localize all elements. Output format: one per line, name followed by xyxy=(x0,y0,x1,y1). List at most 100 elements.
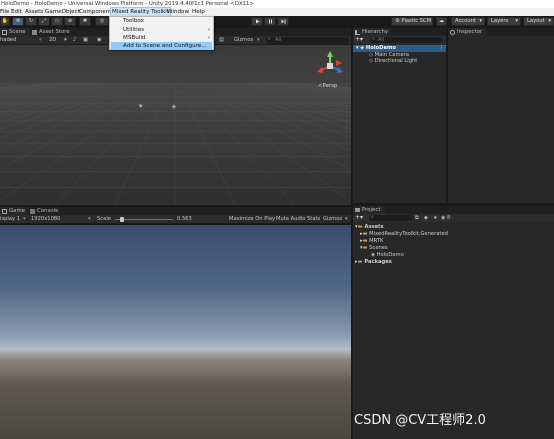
pause-button[interactable] xyxy=(264,17,276,26)
menu-item-label: Toolbox xyxy=(123,18,144,24)
move-tool-button[interactable]: ✥ xyxy=(12,17,24,26)
tab-game[interactable]: Game xyxy=(0,207,27,215)
menu-help[interactable]: Help xyxy=(192,8,205,16)
folder-open-icon: ▬ xyxy=(362,245,368,251)
star-icon[interactable]: ★ xyxy=(433,214,437,222)
project-tree-label: Packages xyxy=(364,259,392,265)
scale-tool-button[interactable]: ⤢ xyxy=(38,17,50,26)
scene-gizmos-dropdown[interactable]: Gizmos xyxy=(234,36,253,45)
cloud-button[interactable]: ☁ xyxy=(436,17,447,26)
maximize-on-play-toggle[interactable]: Maximize On Play xyxy=(229,215,275,224)
camera-settings-icon[interactable]: ▤ xyxy=(219,36,224,45)
menu-edit[interactable]: Edit xyxy=(11,8,22,16)
menu-window[interactable]: Window xyxy=(167,8,189,16)
menu-mixed-reality-toolkit[interactable]: Mixed Reality Toolkit xyxy=(109,7,172,17)
hierarchy-scene-row[interactable]: ▾ ◈ HoloDemo ⋮ xyxy=(353,45,446,52)
add-icon[interactable]: +▾ xyxy=(355,214,363,222)
unity-scene-icon: ◈ xyxy=(371,252,375,258)
project-tree-item[interactable]: ◈ HoloDemo xyxy=(353,252,404,259)
game-view-render[interactable] xyxy=(0,225,351,439)
pivot-toggle[interactable]: ◎ xyxy=(95,17,109,26)
custom-tool-button[interactable]: ✖ xyxy=(79,17,91,26)
audio-toggle-icon[interactable]: ♪ xyxy=(73,36,76,45)
project-tree-item[interactable]: ▾▬ Assets xyxy=(353,224,384,231)
play-icon xyxy=(255,19,259,24)
tab-console[interactable]: Console xyxy=(28,207,61,215)
transform-tool-button[interactable]: ⊕ xyxy=(64,17,76,26)
project-tree-item[interactable]: ▸▬ MRTK xyxy=(353,238,383,245)
project-search-input[interactable]: ⌕ xyxy=(369,214,413,221)
rotate-tool-button[interactable]: ↻ xyxy=(25,17,37,26)
chevron-down-icon: ▾ xyxy=(23,216,26,222)
menu-component[interactable]: Component xyxy=(79,8,111,16)
menu-item-toolbox[interactable]: Toolbox xyxy=(111,17,212,25)
mrtk-dropdown-menu: Toolbox Utilities › MSBuild › Add to Sce… xyxy=(109,16,214,50)
project-panel: +▾ ⌕ ⧉ ◆ ★ ◉ 8 ▾▬ Assets ▸▬ MixedReality… xyxy=(353,214,554,439)
2d-toggle[interactable]: 2D xyxy=(49,36,56,45)
step-button[interactable] xyxy=(277,17,289,26)
inspector-panel xyxy=(448,36,554,203)
tab-game-label: Game xyxy=(9,208,26,214)
scene-viewport[interactable]: ☀ + ≺Persp xyxy=(0,45,554,206)
layers-dropdown[interactable]: Layers ▾ xyxy=(487,17,521,26)
hierarchy-tabbar: Hierarchy xyxy=(353,28,446,36)
light-gizmo-icon[interactable]: ☀ xyxy=(138,103,143,110)
account-dropdown[interactable]: Account ▾ xyxy=(451,17,485,26)
scene-search-input[interactable]: ⌕ All xyxy=(266,36,349,44)
effects-dropdown-icon[interactable]: ▣ xyxy=(83,36,88,45)
window-title: HoloDemo - HoloDemo - Universal Windows … xyxy=(0,0,554,8)
hidden-packages-icon[interactable]: ◉ xyxy=(441,214,445,222)
scene-icon xyxy=(2,29,7,35)
hierarchy-item[interactable]: ◇ Directional Light xyxy=(353,58,417,65)
project-tree-item[interactable]: ▸▬ MixedRealityToolkit.Generated xyxy=(353,231,448,238)
more-icon[interactable]: ⋮ xyxy=(439,45,444,52)
lighting-toggle-icon[interactable]: ☀ xyxy=(63,36,68,45)
tab-hierarchy[interactable]: Hierarchy xyxy=(353,28,391,36)
chevron-down-icon: ▾ xyxy=(548,18,551,24)
menu-item-msbuild[interactable]: MSBuild › xyxy=(111,34,212,42)
menu-item-add-to-scene[interactable]: Add to Scene and Configure... xyxy=(111,42,212,50)
inspector-tabbar: Inspector xyxy=(448,28,554,36)
orientation-gizmo-icon[interactable] xyxy=(314,50,346,82)
mute-audio-toggle[interactable]: Mute Audio xyxy=(276,215,305,224)
move-icon: ✥ xyxy=(15,18,21,24)
project-tree-item[interactable]: ▸▬ Packages xyxy=(353,259,392,266)
tab-console-label: Console xyxy=(37,208,59,214)
tab-hierarchy-label: Hierarchy xyxy=(362,29,389,35)
tab-asset-store[interactable]: Asset Store xyxy=(30,28,70,36)
hand-icon: ✋ xyxy=(1,18,9,24)
tab-inspector[interactable]: Inspector xyxy=(448,28,486,36)
plastic-scm-button[interactable]: ⚙ Plastic SCM xyxy=(391,17,433,26)
label-icon[interactable]: ◆ xyxy=(424,214,428,222)
resolution-dropdown[interactable]: 1920x1080 xyxy=(31,215,60,224)
menu-assets[interactable]: Assets xyxy=(25,8,43,16)
project-tree-item[interactable]: ▾▬ Scenes xyxy=(353,245,388,252)
menu-item-utilities[interactable]: Utilities › xyxy=(111,26,212,34)
hierarchy-toolbar: +▾ ⌕ All xyxy=(353,36,446,44)
persp-label[interactable]: ≺Persp xyxy=(318,83,337,89)
tab-scene[interactable]: Scene xyxy=(0,28,29,36)
add-icon[interactable]: +▾ xyxy=(355,36,363,44)
game-gizmos-dropdown[interactable]: Gizmos xyxy=(323,215,342,224)
scene-search-placeholder: All xyxy=(275,37,282,43)
rect-tool-button[interactable]: ▭ xyxy=(51,17,63,26)
menu-gameobject[interactable]: GameObject xyxy=(45,8,80,16)
tab-project[interactable]: Project xyxy=(353,206,385,214)
project-tree-label: MRTK xyxy=(369,238,384,244)
hand-tool-button[interactable]: ✋ xyxy=(0,17,10,26)
scale-slider[interactable] xyxy=(115,217,173,222)
layout-dropdown[interactable]: Layout ▾ xyxy=(523,17,554,26)
transform-icon: ⊕ xyxy=(67,18,73,24)
chevron-down-icon: ▾ xyxy=(88,216,91,222)
scale-slider-knob[interactable] xyxy=(120,217,125,222)
display-dropdown[interactable]: isplay 1 xyxy=(0,215,20,224)
shading-mode-dropdown[interactable]: haded xyxy=(0,36,16,45)
play-button[interactable] xyxy=(251,17,263,26)
horizontal-splitter[interactable] xyxy=(0,205,351,207)
menu-file[interactable]: File xyxy=(0,8,9,16)
search-by-type-icon[interactable]: ⧉ xyxy=(415,214,419,222)
menu-item-label: Utilities xyxy=(123,27,145,33)
hierarchy-search-input[interactable]: ⌕ All xyxy=(370,36,443,43)
stats-toggle[interactable]: Stats xyxy=(307,215,320,224)
hidden-objects-icon[interactable]: ◉ xyxy=(97,36,102,45)
